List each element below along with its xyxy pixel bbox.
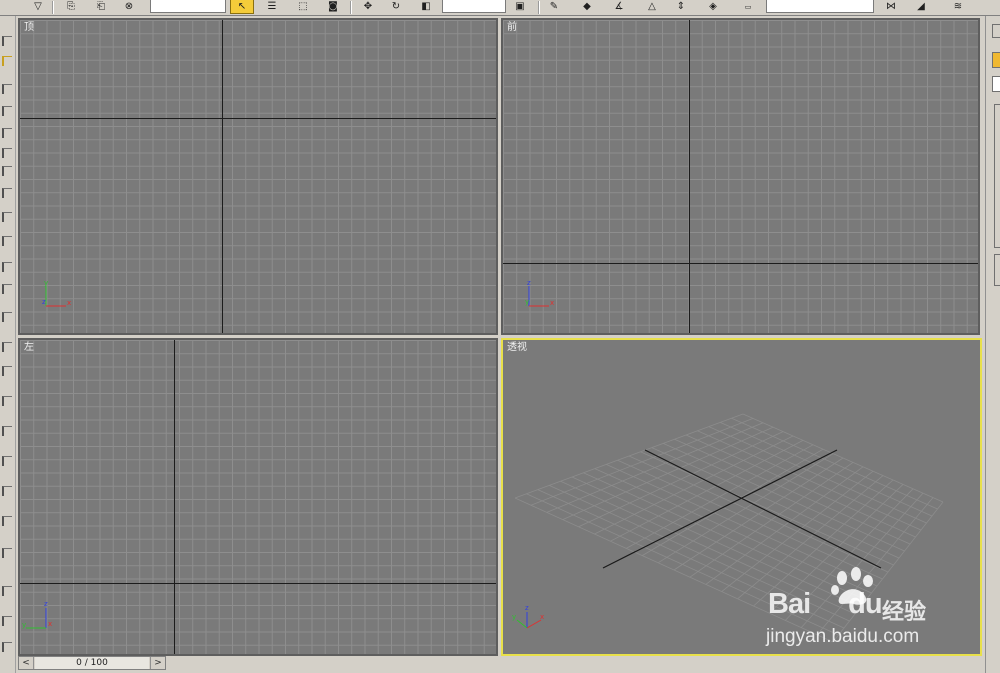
edit-named-selection-icon[interactable]: ▭ [736,0,760,14]
gizmo-y-label: y [525,298,529,306]
strip-tool-icon[interactable] [2,36,12,46]
align-icon[interactable]: ◢ [910,0,932,14]
watermark-url-text: jingyan.baidu.com [766,626,920,647]
strip-tool-icon[interactable] [2,128,12,138]
time-slider-next-button[interactable]: > [150,657,165,669]
filter-dropdown-icon[interactable]: ▽ [30,0,46,14]
select-by-name-icon[interactable]: ☰ [262,0,282,14]
world-axis-vertical [222,20,223,333]
bind-space-warp-icon[interactable]: ⊗ [120,0,138,14]
strip-tool-icon[interactable] [2,148,12,158]
world-axis-vertical [689,20,690,333]
axis-gizmo: z y x [22,600,52,629]
strip-tool-icon[interactable] [2,212,12,222]
world-axis-horizontal [20,583,496,584]
strip-tool-icon[interactable] [2,616,12,626]
time-slider-display[interactable]: 0 / 100 [35,657,149,669]
select-rotate-icon[interactable]: ↻ [386,0,406,14]
gizmo-z-label: z [44,600,48,608]
gizmo-z-label: z [527,279,531,287]
toolbar-separator [52,1,54,14]
name-color-rollout[interactable] [994,254,1000,286]
gizmo-x-label: x [540,613,544,621]
pivot-center-icon[interactable]: ▣ [510,0,530,14]
selection-filter-dropdown[interactable] [150,0,226,13]
strip-tool-icon[interactable] [2,366,12,376]
link-icon[interactable]: ⎘ [62,0,80,14]
gizmo-z-label: z [525,604,529,612]
object-type-rollout[interactable] [994,104,1000,248]
strip-tool-icon[interactable] [2,486,12,496]
mirror-icon[interactable]: ⋈ [880,0,902,14]
watermark-jingyan-text: 经验 [882,600,927,625]
toolbar-separator [350,1,352,14]
select-object-icon[interactable]: ↖ [230,0,254,14]
geometry-category-icon[interactable] [992,52,1000,68]
left-tool-strip [0,16,16,673]
strip-tool-icon[interactable] [2,342,12,352]
world-axis-horizontal [20,118,496,119]
strip-tool-icon[interactable] [2,56,12,66]
create-tab-icon[interactable] [992,24,1000,38]
strip-tool-icon[interactable] [2,396,12,406]
strip-tool-icon[interactable] [2,106,12,116]
toolbar-separator [538,1,540,14]
gizmo-y-label: y [512,613,516,621]
viewport-front[interactable]: 前 z x y [501,18,980,335]
named-selection-icon[interactable]: ◈ [702,0,724,14]
strip-tool-icon[interactable] [2,166,12,176]
baidu-jingyan-watermark: Bai du 经验 jingyan.baidu.com [762,566,952,652]
gizmo-z-label: z [42,298,46,306]
angle-snap-icon[interactable]: ∡ [608,0,630,14]
gizmo-x-label: x [67,299,71,307]
rectangular-selection-icon[interactable]: ⬚ [292,0,314,14]
select-move-icon[interactable]: ✥ [358,0,378,14]
viewport-label[interactable]: 前 [507,22,517,34]
named-selection-set-dropdown[interactable] [766,0,874,13]
reference-coordinate-dropdown[interactable] [442,0,506,13]
watermark-brand-text: Bai du [768,588,883,620]
viewport-label[interactable]: 左 [24,342,34,354]
unlink-icon[interactable]: ⎗ [92,0,110,14]
strip-tool-icon[interactable] [2,284,12,294]
command-panel [985,16,1000,673]
strip-tool-icon[interactable] [2,516,12,526]
gizmo-x-label: x [550,299,554,307]
percent-snap-icon[interactable]: △ [640,0,664,14]
strip-tool-icon[interactable] [2,262,12,272]
viewport-top[interactable]: 顶 y x z [18,18,498,335]
time-slider[interactable]: < 0 / 100 > [18,656,166,670]
strip-tool-icon[interactable] [2,84,12,94]
main-toolbar: ▽ ⎘ ⎗ ⊗ ↖ ☰ ⬚ ◙ ✥ ↻ ◧ ▣ ✎ ◆ ∡ △ ⇕ ◈ ▭ ⋈ … [0,0,1000,16]
strip-tool-icon[interactable] [2,236,12,246]
strip-tool-icon[interactable] [2,426,12,436]
strip-tool-icon[interactable] [2,312,12,322]
snap-toggle-icon[interactable]: ◆ [576,0,598,14]
layer-manager-icon[interactable]: ≋ [946,0,970,14]
spinner-snap-icon[interactable]: ⇕ [670,0,692,14]
strip-tool-icon[interactable] [2,642,12,652]
object-type-dropdown[interactable] [992,76,1000,92]
strip-tool-icon[interactable] [2,456,12,466]
world-axis-horizontal [503,263,978,264]
strip-tool-icon[interactable] [2,548,12,558]
gizmo-y-label: y [44,279,48,287]
strip-tool-icon[interactable] [2,586,12,596]
axis-gizmo: y x z [42,279,71,307]
select-scale-icon[interactable]: ◧ [416,0,436,14]
window-crossing-icon[interactable]: ◙ [322,0,344,14]
world-axis-vertical [174,340,175,654]
axis-gizmo: z x y [512,604,544,629]
strip-tool-icon[interactable] [2,188,12,198]
gizmo-x-label: x [48,620,52,628]
gizmo-y-label: y [22,621,26,629]
viewport-label[interactable]: 顶 [24,22,34,34]
select-manipulate-icon[interactable]: ✎ [546,0,562,14]
time-slider-prev-button[interactable]: < [19,657,34,669]
viewport-left[interactable]: 左 z y x [18,338,498,656]
axis-gizmo: z x y [525,279,554,307]
